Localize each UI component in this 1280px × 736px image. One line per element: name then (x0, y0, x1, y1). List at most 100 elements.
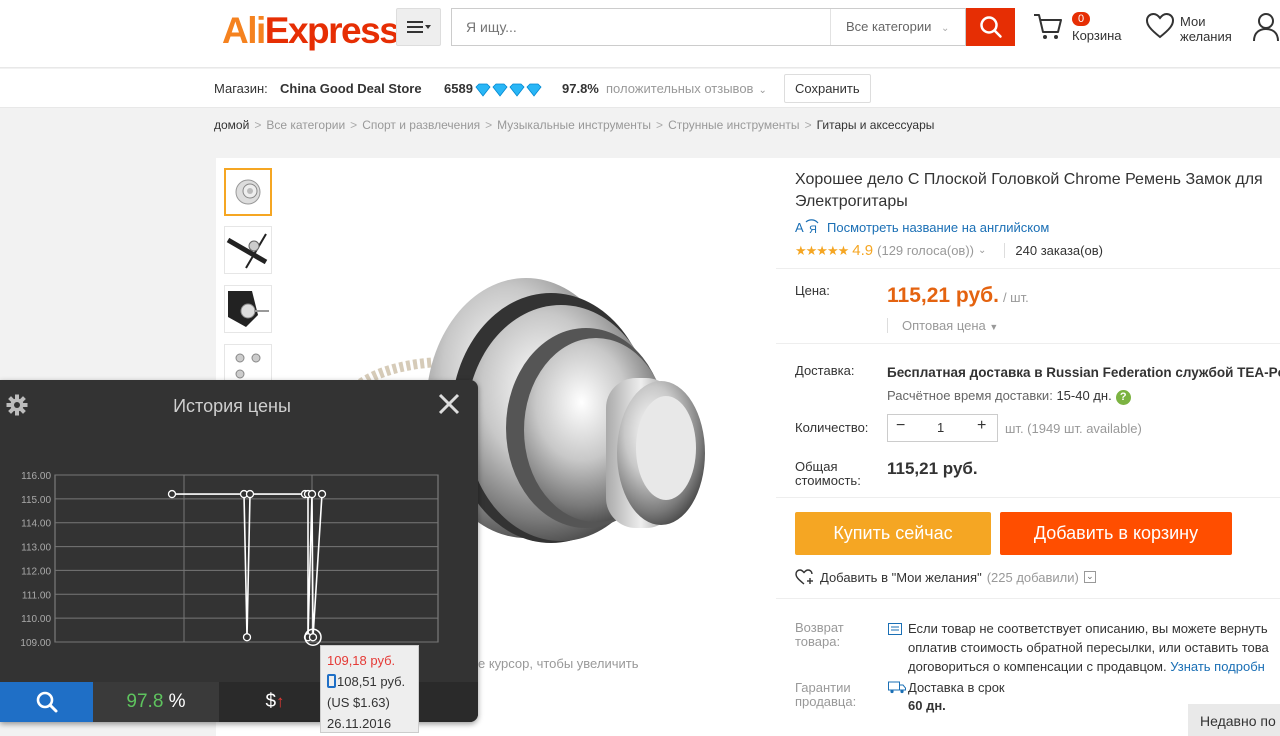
store-bar: Магазин: China Good Deal Store 6589 97.8… (0, 69, 1280, 108)
delivery-time: Расчётное время доставки: 15-40 дн.? (887, 388, 1131, 405)
y-tick-label: 114.00 (21, 519, 51, 530)
menu-icon (406, 21, 431, 33)
chevron-down-icon: ⌄ (758, 85, 767, 96)
product-info: Хорошее дело С Плоской Головкой Chrome Р… (776, 158, 1280, 736)
categories-menu-button[interactable] (396, 8, 441, 46)
total-label: Общая стоимость: (795, 459, 861, 488)
price-value: 115,21 руб. / шт. (887, 284, 1029, 307)
cart-icon (1034, 14, 1062, 39)
cart-link[interactable]: 0 Корзина (1032, 12, 1122, 47)
learn-more-link[interactable]: Узнать подробн (1170, 659, 1265, 674)
data-point (245, 489, 255, 499)
votes-count[interactable]: (129 голоса(ов)) (877, 243, 974, 258)
wishlist-link[interactable]: Мои желания (1145, 12, 1232, 45)
close-icon[interactable] (437, 392, 461, 421)
breadcrumb-item[interactable]: Струнные инструменты (668, 118, 800, 132)
strap-lock-thumb-icon (235, 179, 261, 205)
tooltip-mobile-price: 108,51 руб. (327, 671, 412, 692)
heart-icon (1145, 12, 1175, 39)
thumbnail-3[interactable] (224, 285, 272, 333)
chevron-down-icon[interactable]: ⌄ (1083, 571, 1096, 583)
rating-row: ★★★★★ 4.9 (129 голоса(ов)) ⌄ 240 заказа(… (795, 242, 1103, 259)
breadcrumb-item[interactable]: Спорт и развлечения (362, 118, 480, 132)
wish-label-line1: Мои (1180, 14, 1206, 29)
data-point (317, 489, 327, 499)
plus-button[interactable]: + (977, 417, 986, 435)
price-series-line (172, 493, 323, 638)
price-history-chart: 116.00 115.00 114.00 113.00 112.00 111.00 110.… (20, 471, 439, 649)
save-store-button[interactable]: Сохранить (784, 74, 871, 103)
diamond-rating-icons (475, 83, 543, 100)
cart-label: Корзина (1072, 28, 1122, 43)
y-tick-label: 113.00 (21, 543, 51, 554)
tooltip-date: 26.11.2016 (327, 716, 392, 731)
return-label: Возврат товара: (795, 620, 844, 649)
minus-button[interactable]: − (896, 417, 905, 435)
y-tick-label: 111.00 (22, 590, 52, 601)
chart-tooltip: 109,18 руб. 108,51 руб. (US $1.63) 26.11… (320, 645, 419, 733)
header: AliExpress® Все категории ⌄ 0 Корзина (0, 0, 1280, 68)
chevron-down-icon: ⌄ (941, 23, 950, 34)
wholesale-price-toggle[interactable]: Оптовая цена ▼ (887, 318, 998, 333)
store-name[interactable]: China Good Deal Store (280, 81, 422, 96)
search-button[interactable] (966, 8, 1015, 46)
account-link[interactable] (1252, 12, 1280, 47)
buy-now-button[interactable]: Купить сейчас (795, 512, 991, 555)
guarantee-label: Гарантии продавца: (795, 680, 857, 709)
y-tick-label: 110.00 (21, 614, 51, 625)
positive-feedback-label[interactable]: положительных отзывов ⌄ (606, 81, 767, 96)
star-rating-icons: ★★★★★ (795, 242, 849, 258)
add-to-wishlist-link[interactable]: Добавить в "Мои желания" (225 добавили) … (795, 569, 1096, 585)
breadcrumb-home[interactable]: домой (214, 118, 249, 132)
price-history-title: История цены (173, 396, 291, 416)
y-tick-label: 112.00 (21, 566, 51, 577)
positive-percent: 97.8% (562, 81, 599, 96)
category-select[interactable]: Все категории ⌄ (830, 9, 966, 45)
data-point (242, 633, 252, 642)
return-icon (888, 622, 902, 640)
strap-lock-thumb-icon (228, 291, 269, 327)
caret-down-icon: ▼ (989, 322, 999, 332)
aliexpress-logo[interactable]: AliExpress® (222, 10, 406, 52)
delivery-label: Доставка: (795, 363, 855, 378)
delivery-truck-icon (888, 680, 906, 699)
translate-title-link[interactable]: A Я Посмотреть название на английском (795, 219, 1049, 235)
thumbnail-2[interactable] (224, 226, 272, 274)
add-to-cart-button[interactable]: Добавить в корзину (1000, 512, 1232, 555)
search-icon (36, 691, 57, 713)
quantity-available: шт. (1949 шт. available) (1005, 421, 1142, 436)
arrow-up-icon: ↑ (276, 692, 285, 711)
quantity-input[interactable]: 1 (937, 420, 944, 435)
quantity-label: Количество: (795, 420, 869, 435)
translate-icon: A Я (795, 219, 819, 235)
help-icon[interactable]: ? (1115, 390, 1131, 405)
rating-value: 4.9 (852, 242, 874, 259)
total-price: 115,21 руб. (887, 459, 978, 478)
tooltip-usd: (US $1.63) (327, 695, 390, 710)
search-box: Все категории ⌄ (451, 8, 966, 46)
breadcrumb-current[interactable]: Гитары и аксессуары (817, 118, 935, 132)
strap-lock-thumb-icon (226, 233, 268, 269)
delivery-info[interactable]: Бесплатная доставка в Russian Federation… (887, 365, 1280, 380)
store-rating: 6589 (444, 81, 473, 96)
recently-viewed-tab[interactable]: Недавно по (1188, 704, 1280, 736)
svg-text:A: A (795, 220, 804, 235)
orders-count: 240 заказа(ов) (1004, 243, 1103, 258)
price-trend-button[interactable]: $↑ (220, 682, 330, 722)
breadcrumb: домой > Все категории > Спорт и развлечения >… (214, 118, 935, 132)
guarantee-days: 60 дн. (908, 698, 946, 713)
seller-rating-button[interactable]: 97.8 % (93, 682, 219, 722)
zoom-hint: е курсор, чтобы увеличить (478, 656, 639, 671)
store-label: Магазин: (214, 81, 268, 96)
svg-text:Я: Я (809, 224, 817, 235)
search-input[interactable] (452, 9, 830, 45)
breadcrumb-item[interactable]: Музыкальные инструменты (497, 118, 651, 132)
data-point (167, 489, 177, 499)
data-point (307, 489, 317, 499)
heart-plus-icon (795, 569, 813, 585)
thumbnail-1[interactable] (224, 168, 272, 216)
chevron-down-icon[interactable]: ⌄ (978, 245, 986, 256)
breadcrumb-item[interactable]: Все категории (266, 118, 345, 132)
price-label: Цена: (795, 283, 830, 298)
search-similar-button[interactable] (0, 682, 93, 722)
